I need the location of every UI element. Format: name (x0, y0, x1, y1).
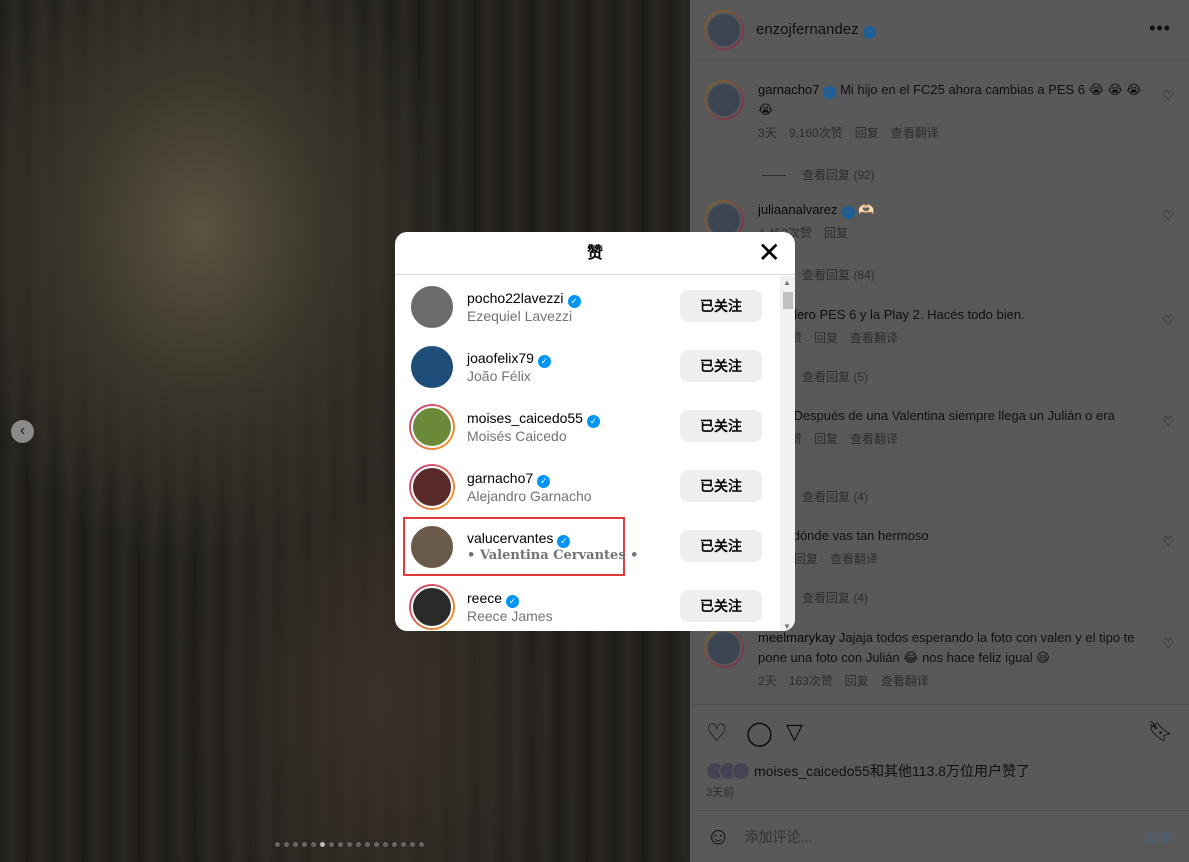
avatar[interactable] (409, 464, 455, 510)
like-heart-icon[interactable]: ♡ (706, 719, 728, 748)
reply-button[interactable]: 回复 (794, 552, 818, 566)
likes-list: pocho22lavezzi ✓ Ezequiel Lavezzi 已关注 joa… (395, 276, 780, 631)
verified-icon: ✓ (862, 26, 876, 39)
add-comment-bar: ☺ 发布 (690, 810, 1189, 862)
avatar[interactable] (409, 584, 455, 630)
reply-button[interactable]: 回复 (814, 432, 838, 446)
modal-title: 赞 (395, 232, 795, 275)
avatar[interactable] (409, 284, 455, 330)
following-button[interactable]: 已关注 (680, 290, 762, 322)
comment-username[interactable]: garnacho7 (758, 82, 819, 97)
full-name: Alejandro Garnacho (467, 488, 592, 504)
liked-by[interactable]: moises_caicedo55和其他113.8万位用户赞了 (706, 761, 1030, 781)
heart-icon[interactable]: ♡ (1162, 208, 1174, 224)
heart-icon[interactable]: ♡ (1162, 534, 1174, 550)
comment-username[interactable]: meelmarykay (758, 630, 835, 645)
comment-text: A dónde vas tan hermoso (781, 528, 929, 543)
more-horizontal-icon[interactable]: ••• (1149, 18, 1171, 39)
view-replies[interactable]: 查看回复 (92) (762, 166, 875, 183)
comment-text: Después de una Valentina siempre llega u… (793, 408, 1115, 423)
comment-text: 🫶🏻 (858, 202, 875, 217)
username-link[interactable]: pocho22lavezzi (467, 290, 564, 306)
verified-icon: ✓ (537, 355, 551, 368)
scroll-up-arrow-icon[interactable]: ▲ (783, 278, 791, 287)
carousel-dots (275, 842, 424, 847)
comment-time: 2天 (758, 674, 777, 688)
heart-icon[interactable]: ♡ (1162, 636, 1174, 652)
translate-button[interactable]: 查看翻译 (830, 552, 878, 566)
post-actions: ♡ ◯ ▽ 🔖︎ moises_caicedo55和其他113.8万位用户赞了 … (690, 704, 1189, 810)
translate-button[interactable]: 查看翻译 (850, 331, 898, 345)
reply-button[interactable]: 回复 (824, 226, 848, 240)
emoji-icon[interactable]: ☺ (706, 823, 731, 851)
comment-likes[interactable]: 163次赞 (789, 674, 833, 688)
heart-icon[interactable]: ♡ (1162, 313, 1174, 329)
following-button[interactable]: 已关注 (680, 590, 762, 622)
comment-time: 3天 (758, 126, 777, 140)
full-name: Moisés Caicedo (467, 428, 567, 444)
username-link[interactable]: reece (467, 590, 502, 606)
translate-button[interactable]: 查看翻译 (881, 674, 929, 688)
previous-photo-button[interactable]: ‹ (11, 420, 34, 443)
comment-bubble-icon[interactable]: ◯ (746, 719, 773, 748)
heart-icon[interactable]: ♡ (1162, 88, 1174, 104)
post-time: 3天前 (706, 787, 735, 799)
translate-button[interactable]: 查看翻译 (891, 126, 939, 140)
full-name: • Valentina Cervantes • (467, 548, 639, 563)
following-button[interactable]: 已关注 (680, 470, 762, 502)
verified-icon: ✓ (586, 415, 600, 428)
author-username[interactable]: enzojfernandez ✓ (756, 21, 876, 39)
comment-input[interactable] (744, 828, 1125, 845)
avatar[interactable] (409, 404, 455, 450)
post-comment-button[interactable]: 发布 (1145, 827, 1173, 847)
reply-button[interactable]: 回复 (855, 126, 879, 140)
verified-icon: ✓ (537, 475, 551, 488)
list-item: pocho22lavezzi ✓ Ezequiel Lavezzi 已关注 (395, 276, 780, 336)
full-name: João Félix (467, 368, 531, 384)
avatar[interactable] (704, 80, 744, 120)
heart-icon[interactable]: ♡ (1162, 414, 1174, 430)
comment-text: PES 6 y la Play 2. Hacés todo bien. (819, 307, 1025, 322)
author-avatar[interactable] (704, 10, 744, 50)
comment-likes[interactable]: 9,160次赞 (789, 126, 843, 140)
verified-icon: ✓ (841, 206, 855, 219)
verified-icon: ✓ (506, 595, 520, 608)
chevron-left-icon: ‹ (19, 422, 26, 439)
username-link[interactable]: moises_caicedo55 (467, 410, 583, 426)
list-item: garnacho7 ✓ Alejandro Garnacho 已关注 (395, 456, 780, 516)
username-link[interactable]: valucervantes (467, 530, 553, 546)
following-button[interactable]: 已关注 (680, 530, 762, 562)
bookmark-icon[interactable]: 🔖︎ (1148, 719, 1173, 744)
post-header: enzojfernandez ✓ ••• (690, 0, 1189, 61)
translate-button[interactable]: 查看翻译 (850, 432, 898, 446)
username-link[interactable]: garnacho7 (467, 470, 533, 486)
verified-icon: ✓ (567, 295, 581, 308)
scroll-down-arrow-icon[interactable]: ▼ (783, 622, 791, 631)
comment-username[interactable]: juliaanalvarez (758, 202, 838, 217)
likes-modal: 赞 ✕ pocho22lavezzi ✓ Ezequiel Lavezzi 已关注… (395, 232, 795, 631)
share-send-icon[interactable]: ▽ (786, 719, 803, 745)
reply-button[interactable]: 回复 (814, 331, 838, 345)
close-icon[interactable]: ✕ (758, 238, 781, 268)
scrollbar[interactable]: ▲ ▼ (780, 276, 795, 631)
comment: meelmarykay Jajaja todos esperando la fo… (704, 628, 1174, 689)
reply-button[interactable]: 回复 (845, 674, 869, 688)
avatar[interactable] (704, 628, 744, 668)
avatar[interactable] (409, 524, 455, 570)
list-item: moises_caicedo55 ✓ Moisés Caicedo 已关注 (395, 396, 780, 456)
verified-icon: ✓ (823, 86, 837, 99)
comment: garnacho7 ✓ Mi hijo en el FC25 ahora camb… (704, 80, 1174, 141)
scrollbar-thumb[interactable] (783, 292, 793, 309)
list-item: valucervantes ✓ • Valentina Cervantes • 已… (395, 516, 780, 576)
list-item: reece ✓ Reece James 已关注 (395, 576, 780, 631)
following-button[interactable]: 已关注 (680, 410, 762, 442)
verified-icon: ✓ (557, 535, 571, 548)
avatar[interactable] (409, 344, 455, 390)
full-name: Ezequiel Lavezzi (467, 308, 573, 324)
full-name: Reece James (467, 608, 553, 624)
list-item: joaofelix79 ✓ João Félix 已关注 (395, 336, 780, 396)
username-link[interactable]: joaofelix79 (467, 350, 534, 366)
following-button[interactable]: 已关注 (680, 350, 762, 382)
